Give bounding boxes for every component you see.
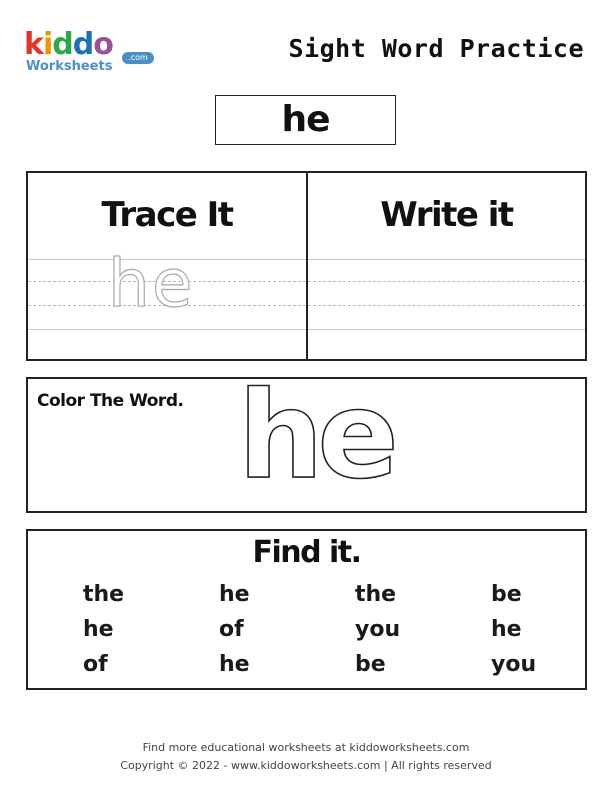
trace-base-line	[28, 329, 306, 330]
find-word: he	[491, 617, 522, 642]
find-word: be	[355, 652, 386, 677]
logo-letter: d	[72, 27, 95, 62]
find-word: of	[219, 617, 244, 642]
find-word: he	[219, 652, 250, 677]
write-base-line	[308, 329, 585, 330]
find-word: of	[83, 652, 108, 677]
find-word: you	[491, 652, 537, 677]
color-word-label: Color The Word.	[37, 391, 184, 411]
word-grid: the he the be he of you he of he be you	[83, 577, 573, 682]
find-word: the	[355, 582, 397, 607]
find-word: you	[355, 617, 401, 642]
color-word-panel: Color The Word. he	[26, 368, 587, 513]
outline-word: he	[237, 367, 399, 506]
find-word: he	[83, 617, 114, 642]
trace-write-panel: Trace It Write it he	[26, 171, 587, 361]
logo-letter: o	[93, 27, 114, 62]
logo-com-badge: .com	[122, 52, 154, 64]
footer-promo: Find more educational worksheets at kidd…	[142, 741, 470, 754]
logo-letter: k	[24, 27, 44, 62]
logo-letter: i	[42, 27, 53, 62]
logo-brand: kiddo	[24, 27, 114, 62]
find-word: he	[219, 582, 250, 607]
page-title: Sight Word Practice	[288, 34, 584, 63]
write-mid-line	[308, 281, 585, 282]
kiddo-logo: kiddo .com Worksheets	[24, 28, 154, 78]
logo-letter: d	[52, 27, 74, 62]
logo-subtitle: Worksheets	[26, 59, 113, 74]
find-heading: Find it.	[252, 535, 362, 570]
find-it-panel: Find it. the he the be he of you he of h…	[26, 529, 587, 690]
footer-copyright: Copyright © 2022 - www.kiddoworksheets.c…	[120, 759, 492, 772]
write-top-line	[308, 259, 585, 260]
trace-heading: Trace It	[101, 195, 234, 235]
sight-word-box: he	[215, 95, 396, 145]
trace-word: he	[107, 245, 195, 322]
find-word: be	[491, 582, 522, 607]
write-heading: Write it	[380, 195, 514, 235]
find-word: the	[83, 582, 125, 607]
write-midline-2	[308, 305, 585, 306]
